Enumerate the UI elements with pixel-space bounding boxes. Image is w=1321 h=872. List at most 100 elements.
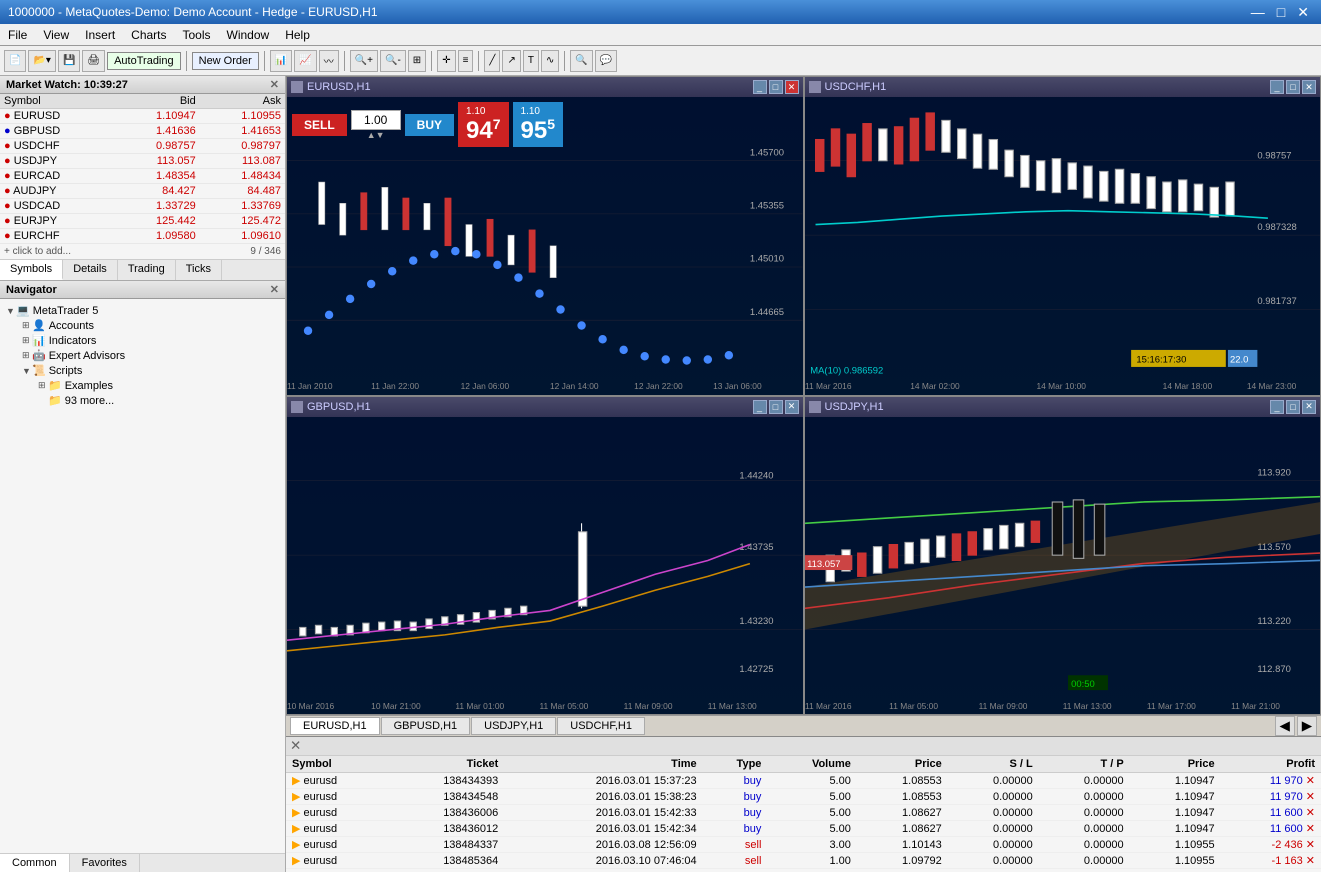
chart-tab-gbpusd[interactable]: GBPUSD,H1 [381,717,471,735]
buy-button[interactable]: BUY [405,114,454,136]
chart-usdchf-close[interactable]: ✕ [1302,80,1316,94]
toolbar-zoom-out[interactable]: 🔍- [380,50,406,72]
toolbar-print[interactable]: 🖨 [82,50,105,72]
menu-view[interactable]: View [35,26,77,44]
tree-examples[interactable]: ⊞ 📁 Examples [36,378,281,393]
expand-ea[interactable]: ⊞ [22,350,32,361]
trade-row[interactable]: ▶ eurusd 138434548 2016.03.01 15:38:23 b… [286,789,1321,805]
toolbar-chart-candle[interactable]: 📈 [294,50,316,72]
menu-file[interactable]: File [0,26,35,44]
chart-usdjpy-max[interactable]: □ [1286,400,1300,414]
close-button[interactable]: ✕ [1293,4,1313,21]
toolbar-chart-line[interactable]: 〰 [319,50,339,72]
nav-tab-common[interactable]: Common [0,854,70,872]
toolbar-open[interactable]: 📂▾ [28,50,55,72]
add-symbol[interactable]: + click to add... [4,246,71,257]
expand-indicators[interactable]: ⊞ [22,335,32,346]
chart-tab-usdchf[interactable]: USDCHF,H1 [557,717,645,735]
trade-close[interactable]: ✕ [290,738,301,754]
mw-row-usdjpy[interactable]: ● USDJPY 113.057 113.087 [0,154,285,169]
toolbar-fib[interactable]: ∿ [541,50,559,72]
chart-usdchf-max[interactable]: □ [1286,80,1300,94]
toolbar-new[interactable]: 📄 [4,50,26,72]
menu-insert[interactable]: Insert [77,26,123,44]
chart-gbpusd-max[interactable]: □ [769,400,783,414]
qty-input[interactable] [351,110,401,130]
close-trade-x[interactable]: ✕ [1306,823,1315,835]
expand-examples[interactable]: ⊞ [38,380,48,391]
menu-window[interactable]: Window [219,26,278,44]
menu-bar: File View Insert Charts Tools Window Hel… [0,24,1321,46]
chart-eurusd-max[interactable]: □ [769,80,783,94]
chart-tab-usdjpy[interactable]: USDJPY,H1 [471,717,556,735]
sell-button[interactable]: SELL [292,114,347,136]
chart-gbpusd-close[interactable]: ✕ [785,400,799,414]
tree-metatrader5[interactable]: ▼ 💻 MetaTrader 5 [4,303,281,318]
tree-accounts[interactable]: ⊞ 👤 Accounts [20,318,281,333]
chart-eurusd-close[interactable]: ✕ [785,80,799,94]
close-trade-x[interactable]: ✕ [1306,839,1315,851]
chart-tab-eurusd[interactable]: EURUSD,H1 [290,717,380,735]
tab-details[interactable]: Details [63,260,118,280]
toolbar-search[interactable]: 🔍 [570,50,592,72]
expand-accounts[interactable]: ⊞ [22,320,32,331]
chart-scroll-left[interactable]: ◀ [1275,716,1295,736]
toolbar-zoom-in[interactable]: 🔍+ [350,50,378,72]
tree-scripts[interactable]: ▼ 📜 Scripts [20,363,281,378]
toolbar-fit[interactable]: ⊞ [408,50,426,72]
tree-indicators[interactable]: ⊞ 📊 Indicators [20,333,281,348]
chart-scroll-right[interactable]: ▶ [1297,716,1317,736]
chart-usdchf: USDCHF,H1 _ □ ✕ 0.98757 [804,76,1321,396]
trade-row[interactable]: ▶ eurusd 138485364 2016.03.10 07:46:04 s… [286,853,1321,869]
tree-expert-advisors[interactable]: ⊞ 🤖 Expert Advisors [20,348,281,363]
tab-trading[interactable]: Trading [118,260,176,280]
toolbar-chart-bar[interactable]: 📊 [270,50,292,72]
toolbar-separator-3 [344,51,345,71]
chart-usdchf-min[interactable]: _ [1270,80,1284,94]
menu-charts[interactable]: Charts [123,26,174,44]
mw-row-usdchf[interactable]: ● USDCHF 0.98757 0.98797 [0,139,285,154]
toolbar-arrow[interactable]: ↗ [502,50,520,72]
toolbar-period[interactable]: ≡ [458,50,474,72]
tab-symbols[interactable]: Symbols [0,260,63,280]
trade-row[interactable]: ▶ eurusd 138492887 2016.03.10 16:41:20 b… [286,869,1321,872]
toolbar-crosshair[interactable]: ✛ [437,50,455,72]
tree-more[interactable]: 📁 93 more... [36,393,281,408]
mw-row-eurchf[interactable]: ● EURCHF 1.09580 1.09610 [0,229,285,244]
toolbar-line[interactable]: ╱ [484,50,500,72]
trade-row[interactable]: ▶ eurusd 138436012 2016.03.01 15:42:34 b… [286,821,1321,837]
menu-help[interactable]: Help [277,26,318,44]
trade-row[interactable]: ▶ eurusd 138434393 2016.03.01 15:37:23 b… [286,773,1321,789]
toolbar-save[interactable]: 💾 [58,50,80,72]
expand-scripts[interactable]: ▼ [22,366,32,376]
autotrading-button[interactable]: AutoTrading [107,52,181,70]
minimize-button[interactable]: — [1247,4,1269,21]
nav-tab-favorites[interactable]: Favorites [70,854,140,872]
tab-ticks[interactable]: Ticks [176,260,222,280]
new-order-button[interactable]: New Order [192,52,259,70]
expand-metatrader5[interactable]: ▼ [6,306,16,316]
chart-gbpusd-min[interactable]: _ [753,400,767,414]
mw-row-eurcad[interactable]: ● EURCAD 1.48354 1.48434 [0,169,285,184]
mw-row-usdcad[interactable]: ● USDCAD 1.33729 1.33769 [0,199,285,214]
chart-eurusd-min[interactable]: _ [753,80,767,94]
maximize-button[interactable]: □ [1273,4,1289,21]
mw-row-gbpusd[interactable]: ● GBPUSD 1.41636 1.41653 [0,124,285,139]
toolbar-msg[interactable]: 💬 [595,50,617,72]
close-trade-x[interactable]: ✕ [1306,855,1315,867]
trade-row[interactable]: ▶ eurusd 138436006 2016.03.01 15:42:33 b… [286,805,1321,821]
mw-row-audjpy[interactable]: ● AUDJPY 84.427 84.487 [0,184,285,199]
chart-usdjpy-close[interactable]: ✕ [1302,400,1316,414]
mw-row-eurjpy[interactable]: ● EURJPY 125.442 125.472 [0,214,285,229]
trade-symbol: ▶ eurusd [286,837,386,853]
close-trade-x[interactable]: ✕ [1306,807,1315,819]
mw-row-eurusd[interactable]: ● EURUSD 1.10947 1.10955 [0,109,285,124]
market-watch-close[interactable]: ✕ [270,78,279,91]
close-trade-x[interactable]: ✕ [1306,775,1315,787]
toolbar-text[interactable]: T [523,50,539,72]
trade-row[interactable]: ▶ eurusd 138484337 2016.03.08 12:56:09 s… [286,837,1321,853]
close-trade-x[interactable]: ✕ [1306,791,1315,803]
menu-tools[interactable]: Tools [175,26,219,44]
chart-usdjpy-min[interactable]: _ [1270,400,1284,414]
navigator-close[interactable]: ✕ [270,283,279,296]
